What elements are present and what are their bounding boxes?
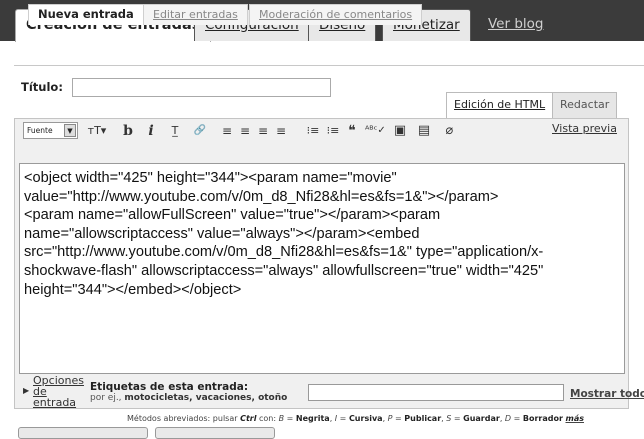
expand-triangle-icon: ▶	[23, 386, 30, 395]
editor-line: <object width="425" height="344"><param …	[24, 170, 397, 186]
shortcuts-hint: Métodos abreviados: pulsar Ctrl con: B =…	[127, 414, 584, 423]
editor-toolbar: Fuente ▼ ᴛT▾ b i T̲ 🔗 ≡ ≡ ≡ ≡ ⁝≡ ⁝≡ ❝ ᴬᴮ…	[23, 121, 618, 141]
shortcut-s-label: Guardar	[463, 414, 500, 423]
title-input[interactable]	[72, 78, 331, 97]
editor-line: <param name="allowFullScreen" value="tru…	[24, 207, 441, 224]
align-center-icon[interactable]: ≡	[238, 121, 252, 141]
shortcut-s-key: S	[446, 414, 452, 423]
labels-hint-examples: motocicletas, vacaciones, otoño	[124, 393, 288, 403]
shortcut-d-key: D	[504, 414, 512, 423]
title-label: Título:	[21, 80, 63, 94]
preview-link[interactable]: Vista previa	[552, 122, 617, 135]
publish-button[interactable]	[18, 427, 148, 439]
subtab-moderacion-comentarios[interactable]: Moderación de comentarios	[249, 4, 423, 25]
subtab-nueva-entrada[interactable]: Nueva entrada	[28, 4, 144, 25]
subtab-editar-entradas[interactable]: Editar entradas	[143, 4, 248, 25]
shortcut-p-label: Publicar	[404, 414, 442, 423]
shortcut-p-key: P	[387, 414, 393, 423]
text-color-icon[interactable]: T̲	[167, 121, 183, 141]
spellcheck-icon[interactable]: ᴬᴮᶜ✓	[365, 121, 386, 141]
insert-video-icon[interactable]: ▤	[417, 121, 431, 141]
editor-line: value="http://www.youtube.com/v/0m_d8_Nf…	[24, 188, 499, 205]
shortcuts-prefix: Métodos abreviados: pulsar	[127, 414, 238, 423]
shortcut-b-label: Negrita	[295, 414, 330, 423]
insert-image-icon[interactable]: ▣	[393, 121, 407, 141]
labels-input[interactable]	[308, 384, 564, 401]
editor-line: height="344"></embed></object>	[24, 281, 242, 298]
bold-icon[interactable]: b	[121, 121, 135, 141]
remove-format-icon[interactable]: ⌀	[442, 121, 456, 141]
align-right-icon[interactable]: ≡	[256, 121, 270, 141]
shortcuts-con: con:	[259, 414, 277, 423]
shortcut-i-key: I	[334, 414, 338, 423]
font-select-value: Fuente	[27, 126, 53, 135]
editor-line: src="http://www.youtube.com/v/0m_d8_Nfi2…	[24, 244, 544, 261]
shortcut-d-label: Borrador	[522, 414, 563, 423]
tab-html-edit[interactable]: Edición de HTML	[446, 92, 554, 118]
shortcuts-key: Ctrl	[240, 414, 257, 423]
sub-tab-bar	[14, 42, 644, 66]
editor-line: shockwave-flash" allowscriptaccess="alwa…	[24, 262, 544, 279]
italic-icon[interactable]: i	[144, 121, 158, 141]
numbered-list-icon[interactable]: ⁝≡	[305, 121, 321, 141]
labels-hint-prefix: por ej.,	[90, 393, 122, 403]
editor-line: name="allowscriptaccess" value="always">…	[24, 225, 420, 242]
show-all-link[interactable]: Mostrar todo	[570, 388, 644, 400]
labels-hint: por ej., motocicletas, vacaciones, otoño	[90, 393, 287, 403]
chevron-down-icon: ▼	[64, 124, 76, 137]
tab-compose[interactable]: Redactar	[552, 92, 618, 118]
link-icon[interactable]: 🔗	[192, 121, 208, 141]
align-left-icon[interactable]: ≡	[220, 121, 234, 141]
font-select[interactable]: Fuente ▼	[23, 122, 78, 139]
align-justify-icon[interactable]: ≡	[274, 121, 288, 141]
bullet-list-icon[interactable]: ⁝≡	[325, 121, 341, 141]
shortcuts-more-link[interactable]: más	[565, 414, 584, 423]
post-options-link[interactable]: Opciones de entrada	[33, 375, 84, 408]
shortcut-i-label: Cursiva	[348, 414, 383, 423]
post-body-editor[interactable]: <object width="425" height="344"><param …	[19, 163, 625, 374]
font-size-icon[interactable]: ᴛT▾	[85, 121, 109, 141]
blockquote-icon[interactable]: ❝	[345, 121, 359, 141]
shortcut-b-key: B	[278, 414, 285, 423]
save-draft-button[interactable]	[155, 427, 275, 439]
labels-title: Etiquetas de esta entrada:	[90, 381, 249, 393]
tab-ver-blog[interactable]: Ver blog	[478, 9, 553, 41]
